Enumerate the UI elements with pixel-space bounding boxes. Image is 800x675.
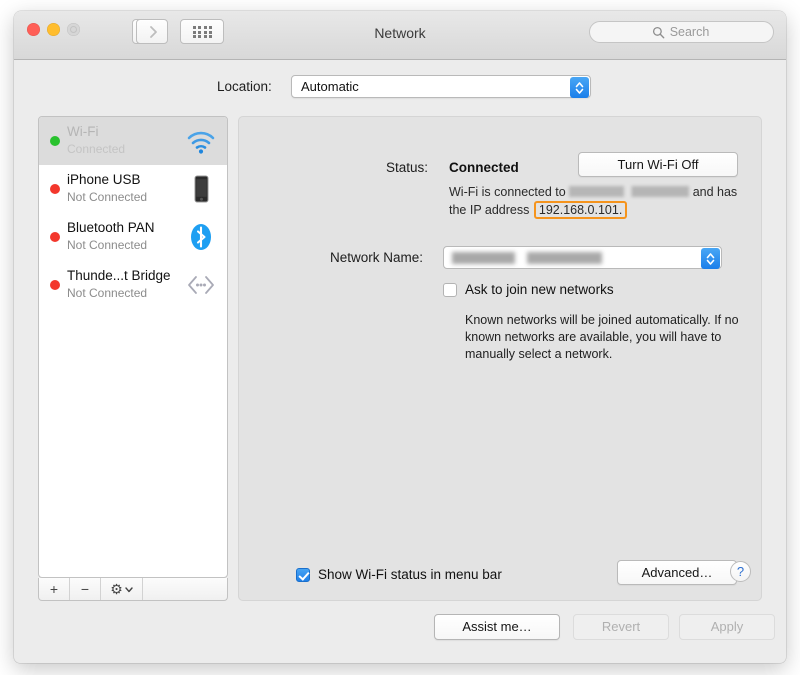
services-toolbar: + − ⚙ — [38, 578, 228, 601]
revert-button: Revert — [573, 614, 669, 640]
thunderbolt-bridge-icon — [185, 269, 217, 301]
network-name-stepper-arrows[interactable] — [701, 248, 720, 269]
service-state: Connected — [67, 142, 126, 156]
assist-me-button[interactable]: Assist me… — [434, 614, 560, 640]
status-dot — [50, 280, 60, 290]
network-name-popup-button[interactable] — [443, 246, 722, 269]
status-label: Status: — [386, 160, 429, 175]
show-wifi-status-label: Show Wi-Fi status in menu bar — [318, 567, 502, 582]
service-name: Bluetooth PAN — [67, 220, 155, 235]
ip-address-value: 192.168.0.101. — [533, 201, 628, 219]
status-value: Connected — [449, 160, 519, 175]
sidebar-item-wifi[interactable]: Wi-Fi Connected — [39, 117, 227, 165]
ask-to-join-label: Ask to join new networks — [465, 282, 614, 297]
wifi-settings-panel: Status: Connected Turn Wi-Fi Off Wi-Fi i… — [238, 116, 762, 601]
chevron-down-icon — [125, 587, 133, 593]
location-value: Automatic — [301, 79, 359, 94]
remove-service-button[interactable]: − — [70, 578, 101, 600]
status-desc-line2: the IP address — [449, 203, 530, 217]
status-dot — [50, 232, 60, 242]
status-desc-prefix: Wi-Fi is connected to — [449, 185, 566, 199]
location-stepper-arrows[interactable] — [570, 77, 589, 98]
location-label: Location: — [217, 79, 272, 94]
service-name: Thunde...t Bridge — [67, 268, 171, 283]
service-state: Not Connected — [67, 190, 148, 204]
wifi-icon — [185, 125, 217, 157]
redacted-network-name — [569, 186, 690, 197]
network-preferences-window: Network Search Location: Automatic Wi-Fi… — [14, 11, 786, 663]
bluetooth-icon — [185, 221, 217, 253]
chevron-updown-icon — [706, 253, 715, 265]
service-state: Not Connected — [67, 238, 148, 252]
sidebar-item-thunderbolt-bridge[interactable]: Thunde...t Bridge Not Connected — [39, 261, 227, 309]
window-titlebar: Network Search — [14, 11, 786, 60]
iphone-icon — [185, 173, 217, 205]
sidebar-item-bluetooth-pan[interactable]: Bluetooth PAN Not Connected — [39, 213, 227, 261]
service-name: iPhone USB — [67, 172, 141, 187]
network-services-list[interactable]: Wi-Fi Connected iPhone USB Not Connected — [38, 116, 228, 578]
toolbar-filler — [143, 578, 227, 600]
service-state: Not Connected — [67, 286, 148, 300]
minus-icon: − — [80, 581, 90, 597]
search-placeholder: Search — [669, 25, 710, 39]
location-popup-button[interactable]: Automatic — [291, 75, 591, 98]
search-input[interactable]: Search — [589, 21, 774, 43]
advanced-button[interactable]: Advanced… — [617, 560, 737, 585]
service-actions-button[interactable]: ⚙ — [101, 578, 143, 600]
gear-icon: ⚙ — [110, 581, 123, 597]
add-service-button[interactable]: + — [39, 578, 70, 600]
apply-button: Apply — [679, 614, 775, 640]
redacted-network-name-value — [452, 252, 602, 264]
status-dot — [50, 136, 60, 146]
turn-wifi-off-button[interactable]: Turn Wi-Fi Off — [578, 152, 738, 177]
chevron-updown-icon — [575, 82, 584, 94]
sidebar-item-iphone-usb[interactable]: iPhone USB Not Connected — [39, 165, 227, 213]
checkbox-box — [296, 568, 310, 582]
checkbox-box — [443, 283, 457, 297]
service-name: Wi-Fi — [67, 124, 99, 139]
plus-icon: + — [49, 581, 59, 597]
help-button[interactable]: ? — [730, 561, 751, 582]
location-row: Location: Automatic — [14, 73, 786, 105]
network-name-label: Network Name: — [330, 250, 424, 265]
status-description: Wi-Fi is connected to and has the IP add… — [449, 184, 749, 219]
status-dot — [50, 184, 60, 194]
known-networks-help-text: Known networks will be joined automatica… — [465, 313, 739, 361]
status-desc-middle: and has — [692, 185, 738, 199]
